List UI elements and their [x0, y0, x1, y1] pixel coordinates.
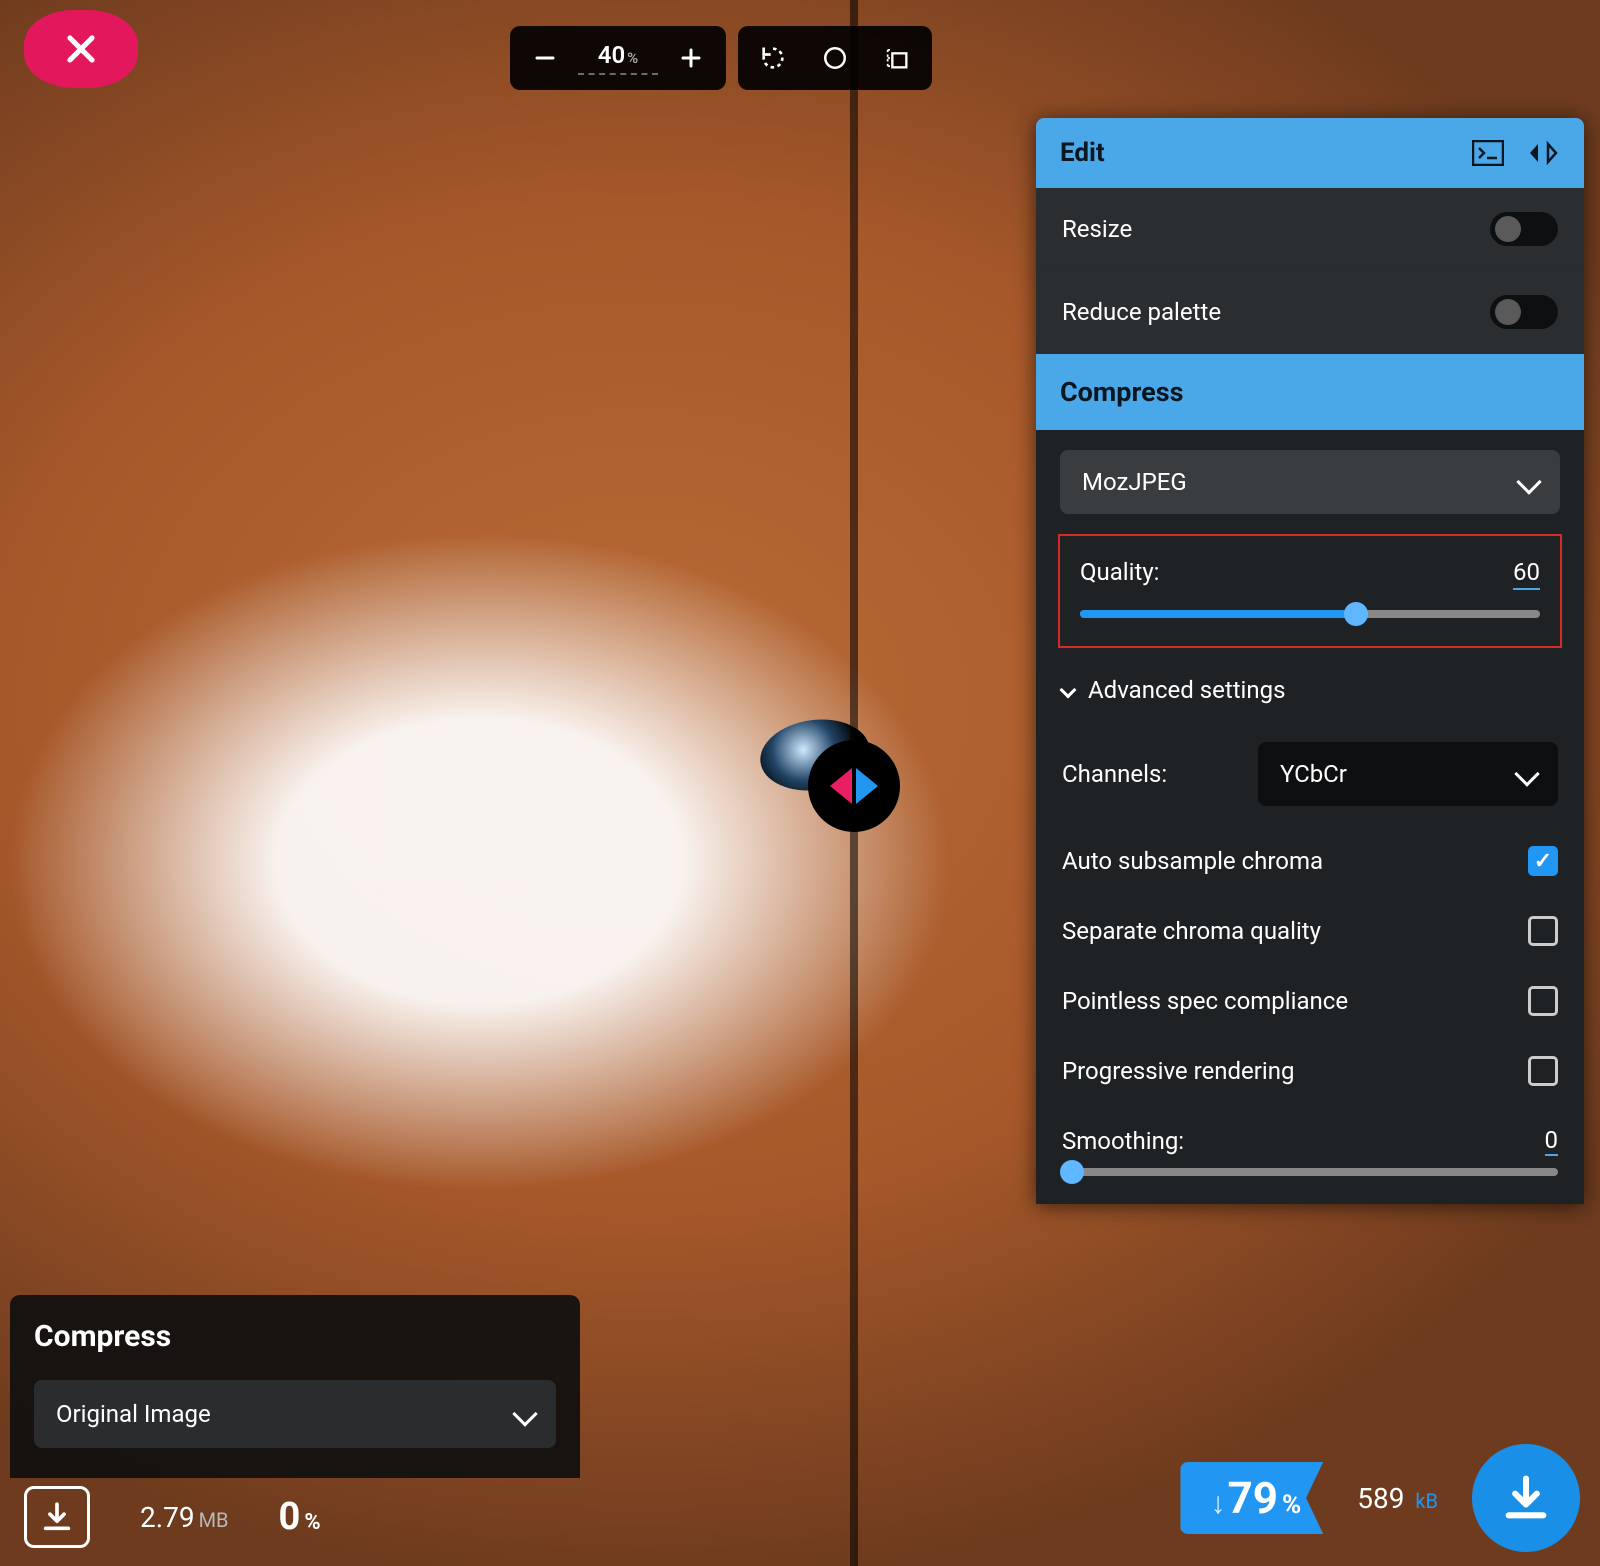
- auto-subsample-row: Auto subsample chroma: [1036, 826, 1584, 896]
- zoom-value[interactable]: 40%: [578, 41, 658, 75]
- channels-value: YCbCr: [1280, 760, 1347, 788]
- circle-icon: [822, 45, 848, 71]
- resize-label: Resize: [1062, 215, 1132, 243]
- left-size-value: 2.79: [140, 1501, 195, 1534]
- layout-toggle-button[interactable]: [868, 32, 926, 84]
- smoothing-value[interactable]: 0: [1545, 1126, 1559, 1156]
- chevron-down-icon: [512, 1401, 537, 1426]
- minus-icon: [533, 46, 557, 70]
- cli-icon[interactable]: [1472, 140, 1504, 166]
- download-icon: [1500, 1472, 1552, 1524]
- codec-dropdown[interactable]: MozJPEG: [1060, 450, 1560, 514]
- resize-row: Resize: [1036, 188, 1584, 271]
- progressive-label: Progressive rendering: [1062, 1057, 1294, 1085]
- smoothing-row: Smoothing: 0: [1036, 1106, 1584, 1168]
- top-toolbar: 40%: [510, 26, 932, 90]
- quality-slider[interactable]: [1080, 610, 1540, 618]
- zoom-group: 40%: [510, 26, 726, 90]
- transform-group: [738, 26, 932, 90]
- edit-title: Edit: [1060, 138, 1105, 168]
- reduce-palette-row: Reduce palette: [1036, 271, 1584, 354]
- channels-dropdown[interactable]: YCbCr: [1258, 742, 1558, 806]
- zoom-in-button[interactable]: [662, 32, 720, 84]
- smoothing-slider-thumb[interactable]: [1060, 1160, 1084, 1184]
- copy-side-icon[interactable]: [1526, 140, 1560, 166]
- left-pct: 0%: [279, 1495, 321, 1539]
- left-codec-value: Original Image: [56, 1400, 211, 1428]
- channels-label: Channels:: [1062, 760, 1167, 788]
- savings-value: 79: [1227, 1462, 1278, 1534]
- quality-slider-fill: [1080, 610, 1356, 618]
- compare-handle[interactable]: [808, 740, 900, 832]
- zoom-number: 40: [598, 41, 625, 69]
- plus-icon: [679, 46, 703, 70]
- zoom-unit: %: [627, 49, 638, 67]
- compress-header: Compress: [1036, 354, 1584, 430]
- left-section-title: Compress: [34, 1319, 556, 1354]
- separate-chroma-row: Separate chroma quality: [1036, 896, 1584, 966]
- close-icon: [62, 30, 100, 68]
- quality-slider-thumb[interactable]: [1344, 602, 1368, 626]
- advanced-settings-label: Advanced settings: [1088, 676, 1286, 704]
- progressive-checkbox[interactable]: [1528, 1056, 1558, 1086]
- quality-highlight: Quality: 60: [1058, 534, 1562, 648]
- chevron-down-icon: [1060, 682, 1077, 699]
- compare-right-icon: [856, 768, 878, 804]
- codec-value: MozJPEG: [1082, 468, 1187, 496]
- layout-icon: [883, 44, 911, 72]
- left-codec-dropdown[interactable]: Original Image: [34, 1380, 556, 1448]
- close-button[interactable]: [24, 10, 138, 88]
- rotate-button[interactable]: [744, 32, 802, 84]
- quality-value[interactable]: 60: [1513, 558, 1540, 590]
- channels-row: Channels: YCbCr: [1036, 722, 1584, 826]
- down-arrow-icon: ↓: [1210, 1468, 1225, 1540]
- auto-subsample-label: Auto subsample chroma: [1062, 847, 1323, 875]
- left-size-unit: MB: [199, 1508, 229, 1532]
- background-toggle-button[interactable]: [806, 32, 864, 84]
- zoom-out-button[interactable]: [516, 32, 574, 84]
- right-size-unit: kB: [1415, 1489, 1438, 1513]
- quality-label: Quality:: [1080, 558, 1160, 590]
- resize-toggle[interactable]: [1490, 212, 1558, 246]
- progressive-row: Progressive rendering: [1036, 1036, 1584, 1106]
- download-left-button[interactable]: [24, 1486, 90, 1548]
- pointless-spec-label: Pointless spec compliance: [1062, 987, 1348, 1015]
- rotate-icon: [759, 44, 787, 72]
- pointless-spec-checkbox[interactable]: [1528, 986, 1558, 1016]
- auto-subsample-checkbox[interactable]: [1528, 846, 1558, 876]
- chevron-down-icon: [1514, 761, 1539, 786]
- reduce-palette-toggle[interactable]: [1490, 295, 1558, 329]
- right-settings-panel: Edit Resize Reduce palette Compress MozJ…: [1036, 118, 1584, 1204]
- left-pct-unit: %: [304, 1510, 320, 1535]
- pointless-spec-row: Pointless spec compliance: [1036, 966, 1584, 1036]
- separate-chroma-label: Separate chroma quality: [1062, 917, 1321, 945]
- smoothing-label: Smoothing:: [1062, 1127, 1184, 1155]
- advanced-settings-toggle[interactable]: Advanced settings: [1036, 648, 1584, 722]
- compare-left-icon: [830, 768, 852, 804]
- right-size: 589 kB: [1357, 1482, 1438, 1515]
- reduce-palette-label: Reduce palette: [1062, 298, 1221, 326]
- savings-tag: ↓ 79 %: [1180, 1462, 1323, 1534]
- download-right-button[interactable]: [1472, 1444, 1580, 1552]
- chevron-down-icon: [1516, 469, 1541, 494]
- savings-unit: %: [1282, 1469, 1301, 1541]
- bottom-right-stats: ↓ 79 % 589 kB: [1180, 1444, 1580, 1552]
- left-pct-value: 0: [279, 1495, 301, 1539]
- separate-chroma-checkbox[interactable]: [1528, 916, 1558, 946]
- left-settings-panel: Compress Original Image: [10, 1295, 580, 1478]
- right-size-value: 589: [1357, 1482, 1404, 1515]
- smoothing-slider[interactable]: [1062, 1168, 1558, 1176]
- edit-header: Edit: [1036, 118, 1584, 188]
- left-size: 2.79MB: [140, 1501, 229, 1534]
- bottom-left-stats: 2.79MB 0%: [24, 1486, 321, 1548]
- download-icon: [40, 1500, 74, 1534]
